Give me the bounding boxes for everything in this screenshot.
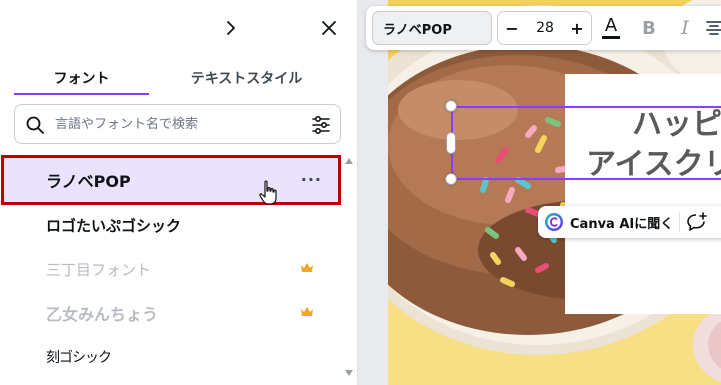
search-icon <box>26 116 44 134</box>
font-list-scrollbar[interactable] <box>343 155 355 385</box>
bold-button[interactable]: B <box>634 13 664 43</box>
canva-ai-popup: Canva AIに聞く <box>538 206 721 238</box>
chevron-right-icon <box>227 21 235 35</box>
resize-handle-top-left[interactable] <box>445 100 457 112</box>
more-horizontal-icon[interactable]: ··· <box>301 170 322 189</box>
text-color-swatch <box>602 36 620 39</box>
font-list: ラノベPOP ··· ロゴたいぷゴシック 三丁目フォント 乙女みんちょう 刻ゴシ… <box>0 155 344 385</box>
decrease-font-size-button[interactable]: − <box>500 12 524 44</box>
panel-header <box>0 0 357 56</box>
hand-pointer-icon <box>259 180 277 205</box>
font-name: 乙女みんちょう <box>46 305 159 324</box>
crown-icon <box>301 307 313 316</box>
font-item-ranobe-pop[interactable]: ラノベPOP ··· <box>1 155 341 205</box>
font-search-input[interactable] <box>55 113 305 135</box>
text-selection-box[interactable] <box>451 106 721 180</box>
resize-handle-bottom-left[interactable] <box>445 173 457 185</box>
font-item-rogo-gothic[interactable]: ロゴたいぷゴシック <box>4 203 338 247</box>
font-size-stepper: − + <box>497 11 592 45</box>
font-item-koku-gothic[interactable]: 刻ゴシック <box>4 335 338 379</box>
panel-tabs: フォント テキストスタイル <box>14 60 343 96</box>
align-center-icon <box>706 21 721 35</box>
align-button[interactable] <box>704 13 721 43</box>
expand-panel-button[interactable] <box>217 14 245 42</box>
scroll-up-arrow-icon[interactable] <box>345 157 353 165</box>
resize-handle-left[interactable] <box>446 132 456 154</box>
text-color-button[interactable]: A <box>596 13 626 43</box>
font-panel: フォント テキストスタイル ラノベPOP ··· ロゴたいぷゴシック 三丁目フォ… <box>0 0 357 385</box>
italic-button[interactable]: I <box>670 13 700 43</box>
close-icon <box>322 21 336 35</box>
canva-ai-icon <box>545 213 563 231</box>
text-color-icon: A <box>604 15 618 36</box>
increase-font-size-button[interactable]: + <box>565 12 589 44</box>
ask-canva-ai-button[interactable]: Canva AIに聞く <box>570 213 673 232</box>
crown-icon <box>301 263 313 272</box>
tab-text-styles[interactable]: テキストスタイル <box>164 60 329 96</box>
active-tab-indicator <box>14 93 149 95</box>
font-item-otome-mincho[interactable]: 乙女みんちょう <box>4 291 338 335</box>
font-name: ラノベPOP <box>46 172 131 191</box>
divider <box>679 212 680 232</box>
font-name: 三丁目フォント <box>46 260 152 279</box>
font-search-box <box>14 104 341 144</box>
close-panel-button[interactable] <box>315 14 343 42</box>
font-family-dropdown[interactable]: ラノベPOP <box>372 11 492 45</box>
add-comment-icon[interactable] <box>686 212 708 232</box>
text-toolbar: ラノベPOP − + A B I <box>366 6 721 50</box>
scroll-down-arrow-icon[interactable] <box>345 369 353 377</box>
filter-sliders-icon[interactable] <box>310 114 332 136</box>
font-name: ロゴたいぷゴシック <box>46 216 182 235</box>
font-name: 刻ゴシック <box>46 350 112 366</box>
font-size-input[interactable] <box>526 18 564 38</box>
tab-fonts[interactable]: フォント <box>14 60 149 96</box>
font-item-sanchome[interactable]: 三丁目フォント <box>4 247 338 291</box>
